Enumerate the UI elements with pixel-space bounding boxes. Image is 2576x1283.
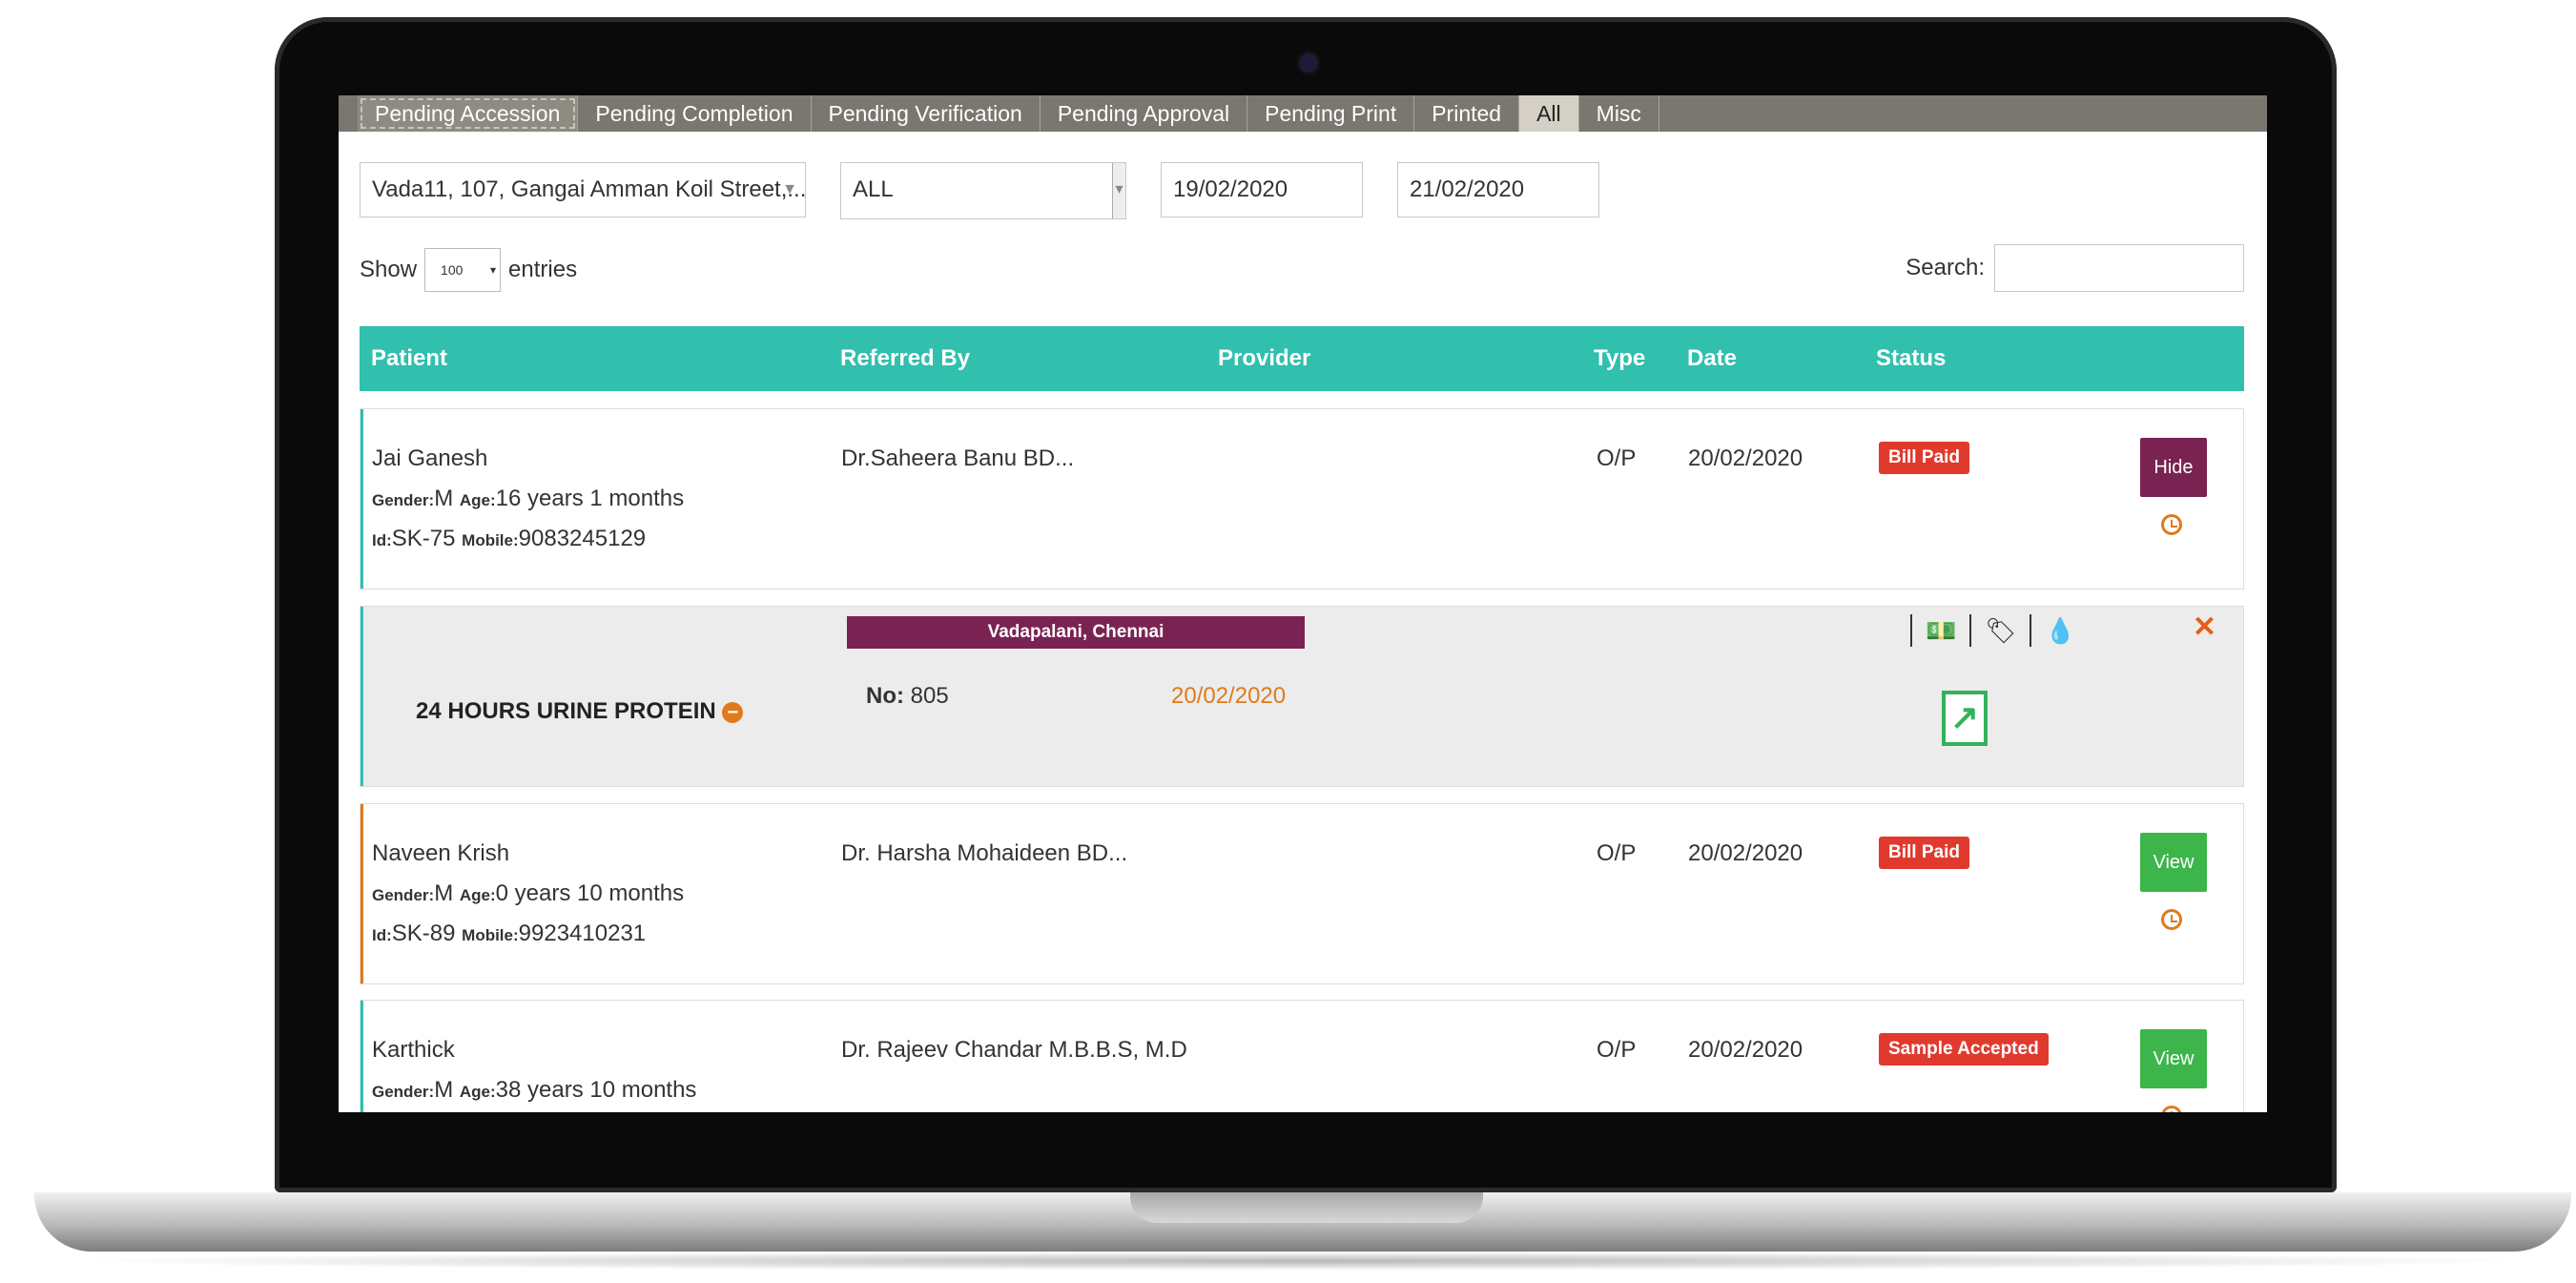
laptop-notch	[1130, 1192, 1483, 1223]
show-entries: Show 100 ▾ entries	[360, 248, 577, 292]
status-tabs: Pending Accession Pending Completion Pen…	[339, 95, 2267, 132]
row-marker	[361, 607, 363, 786]
search-input[interactable]	[1994, 244, 2244, 292]
divider	[2030, 614, 2032, 647]
entries-select-value: 100	[441, 262, 464, 278]
chevron-down-icon: ▾	[490, 263, 497, 277]
test-detail-panel: 24 HOURS URINE PROTEIN − Vadapalani, Che…	[360, 606, 2244, 787]
visit-date: 20/02/2020	[1688, 445, 1803, 471]
view-button[interactable]: View	[2140, 833, 2207, 892]
divider	[1969, 614, 1972, 647]
chevron-down-icon: ▼	[782, 181, 797, 197]
test-name: 24 HOURS URINE PROTEIN −	[416, 698, 744, 725]
type-select[interactable]: ALL ▾	[840, 162, 1126, 219]
show-label: Show	[360, 257, 418, 282]
table-row[interactable]: Naveen Krish Gender:M Age:0 years 10 mon…	[360, 803, 2244, 984]
tag-icon[interactable]: 🏷	[1985, 616, 2016, 646]
table-header: Patient Referred By Provider Type Date S…	[360, 326, 2244, 391]
visit-type: O/P	[1597, 840, 1637, 866]
status-badge: Sample Accepted	[1879, 1033, 2049, 1066]
app-screen: Pending Accession Pending Completion Pen…	[339, 95, 2267, 1112]
tab-pending-accession[interactable]: Pending Accession	[358, 95, 579, 132]
tab-printed[interactable]: Printed	[1414, 95, 1520, 132]
accession-number: No: 805	[866, 683, 949, 709]
search-label: Search:	[1906, 255, 1985, 280]
visit-type: O/P	[1597, 1037, 1637, 1063]
visit-date: 20/02/2020	[1688, 1037, 1803, 1063]
table-row[interactable]: Jai Ganesh Gender:M Age:16 years 1 month…	[360, 408, 2244, 590]
patient-name: Jai Ganesh	[372, 445, 488, 471]
patient-demographics: Gender:M Age:0 years 10 months	[372, 880, 685, 906]
divider	[1910, 614, 1912, 647]
view-button[interactable]: View	[2140, 1029, 2207, 1088]
from-date-input[interactable]: 19/02/2020	[1161, 162, 1363, 217]
close-icon[interactable]: ✕	[2193, 610, 2216, 644]
table-row[interactable]: Karthick Gender:M Age:38 years 10 months…	[360, 1000, 2244, 1112]
visit-date: 20/02/2020	[1688, 840, 1803, 866]
clock-icon[interactable]	[2161, 514, 2182, 535]
tab-all[interactable]: All	[1519, 95, 1579, 132]
minus-circle-icon[interactable]: −	[722, 701, 744, 723]
entries-label: entries	[508, 257, 578, 282]
referred-by: Dr. Harsha Mohaideen BD...	[841, 840, 1128, 866]
row-marker	[361, 804, 363, 983]
status-badge: Bill Paid	[1879, 837, 1969, 869]
patient-ids: Id:SK-75 Mobile:9083245129	[372, 526, 647, 551]
laptop-shadow	[57, 1252, 2546, 1271]
col-type[interactable]: Type	[1594, 345, 1645, 372]
entries-select[interactable]: 100 ▾	[424, 248, 502, 292]
visit-type: O/P	[1597, 445, 1637, 471]
laptop-frame: Pending Accession Pending Completion Pen…	[0, 0, 2576, 1283]
col-date[interactable]: Date	[1687, 345, 1737, 372]
patient-demographics: Gender:M Age:38 years 10 months	[372, 1077, 697, 1103]
tab-pending-approval[interactable]: Pending Approval	[1041, 95, 1248, 132]
status-badge: Bill Paid	[1879, 442, 1969, 474]
patient-demographics: Gender:M Age:16 years 1 months	[372, 486, 685, 511]
tab-pending-verification[interactable]: Pending Verification	[812, 95, 1041, 132]
row-marker	[361, 409, 363, 589]
col-referred-by[interactable]: Referred By	[840, 345, 970, 372]
chevron-down-icon: ▾	[1112, 163, 1125, 218]
col-patient[interactable]: Patient	[371, 345, 447, 372]
location-select-value: Vada11, 107, Gangai Amman Koil Street,..…	[372, 176, 806, 202]
row-marker	[361, 1001, 363, 1112]
clock-icon[interactable]	[2161, 909, 2182, 930]
patient-name: Karthick	[372, 1037, 455, 1063]
patient-name: Naveen Krish	[372, 840, 510, 866]
clock-icon[interactable]	[2161, 1106, 2182, 1112]
search-box: Search:	[1906, 244, 2244, 292]
location-banner: Vadapalani, Chennai	[847, 616, 1305, 649]
col-status[interactable]: Status	[1876, 345, 1946, 372]
webcam	[1299, 53, 1318, 72]
hide-button[interactable]: Hide	[2140, 438, 2207, 497]
type-select-value: ALL	[853, 176, 894, 202]
patient-ids: Id:SK-89 Mobile:9923410231	[372, 921, 647, 946]
external-link-icon[interactable]: ↗	[1942, 691, 1988, 746]
tab-pending-completion[interactable]: Pending Completion	[578, 95, 812, 132]
referred-by: Dr. Rajeev Chandar M.B.B.S, M.D	[841, 1037, 1187, 1063]
test-action-icons: 💵 🏷 💧	[1910, 614, 2076, 647]
test-date: 20/02/2020	[1171, 683, 1287, 709]
location-select[interactable]: Vada11, 107, Gangai Amman Koil Street,..…	[360, 162, 806, 217]
col-provider[interactable]: Provider	[1218, 345, 1310, 372]
tab-misc[interactable]: Misc	[1579, 95, 1659, 132]
to-date-input[interactable]: 21/02/2020	[1397, 162, 1599, 217]
tab-pending-print[interactable]: Pending Print	[1247, 95, 1415, 132]
bill-icon[interactable]: 💵	[1926, 616, 1956, 646]
referred-by: Dr.Saheera Banu BD...	[841, 445, 1075, 471]
drop-icon[interactable]: 💧	[2045, 616, 2075, 646]
